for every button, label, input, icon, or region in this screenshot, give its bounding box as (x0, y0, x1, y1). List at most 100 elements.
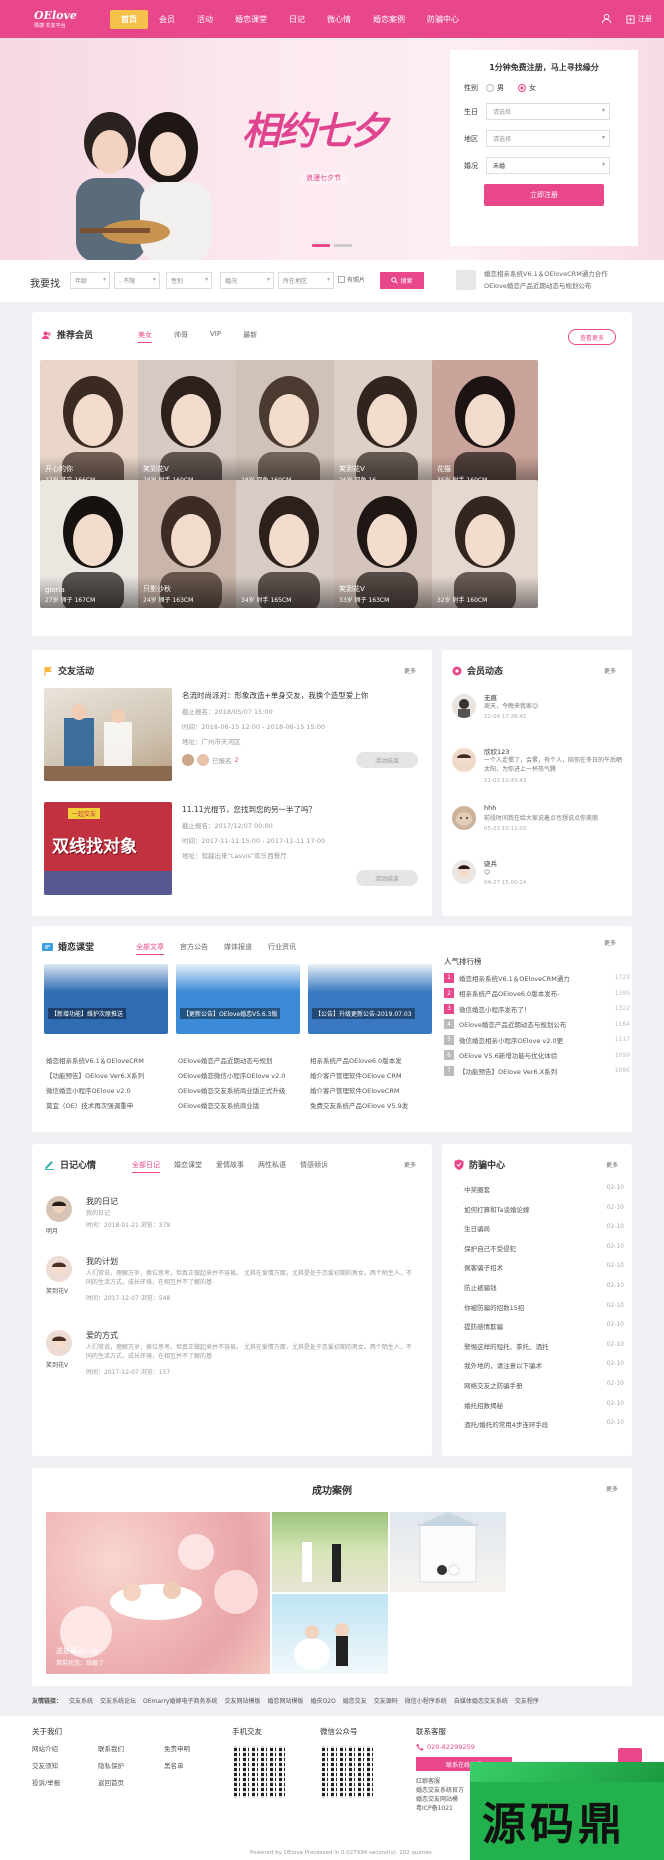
footer-link[interactable]: 免责申明 (164, 1743, 214, 1753)
fraud-item[interactable]: 如何打算和Ta谈婚论嫁 02-10 (456, 1204, 624, 1214)
article-link[interactable]: 莫宜（OE）技术再次强调重申 (46, 1099, 144, 1114)
rank-item[interactable]: 6 OElove V5.6新增功能与优化体验 1099 (444, 1048, 630, 1064)
news-item[interactable]: OElove婚恋产品近期动态与规划公布 (484, 280, 660, 292)
fraud-item[interactable]: 防止被骗钱 02-10 (456, 1282, 624, 1292)
tab-industry[interactable]: 行业资讯 (268, 942, 296, 955)
footer-link[interactable]: 黑名单 (164, 1760, 214, 1770)
footer-link[interactable]: 交友须知 (32, 1760, 98, 1770)
dynamic-item[interactable]: 骁兵 😊 04-27 15:00:24 (452, 856, 622, 908)
area-select-search[interactable]: 所在地区 (278, 272, 334, 289)
area-select[interactable]: 请选择 (486, 130, 610, 147)
friend-link[interactable]: OEmarry婚嫁电子商务系统 (143, 1696, 217, 1705)
gender-male-radio[interactable]: 男 (486, 83, 504, 93)
nav-item-home[interactable]: 首页 (110, 9, 148, 29)
user-icon[interactable] (601, 13, 612, 26)
tab-all-diary[interactable]: 全部日记 (132, 1160, 160, 1173)
fraud-item[interactable]: 酒托/婚托的常用4步连环手段 02-10 (456, 1419, 624, 1429)
search-button[interactable]: 搜索 (380, 272, 424, 289)
friend-link[interactable]: 交友系统 (69, 1696, 93, 1705)
diary-title-link[interactable]: 我的计划 (86, 1256, 118, 1267)
nav-item-members[interactable]: 会员 (148, 10, 186, 29)
event-image[interactable] (44, 688, 172, 781)
rank-item[interactable]: 2 相亲系统产品OElove6.0版本发布- 1395 (444, 986, 630, 1002)
friend-link[interactable]: 交友系统论坛 (100, 1696, 136, 1705)
member-card[interactable]: 笑到花V 33岁 狮子 163CM (334, 480, 440, 608)
gender-select[interactable]: 性别 (166, 272, 212, 289)
events-more-link[interactable]: 更多 (404, 666, 416, 675)
article-thumbnail[interactable]: 【新增功能】维护次原推送 (44, 964, 168, 1034)
nav-item-classroom[interactable]: 婚恋课堂 (224, 10, 278, 29)
nav-item-moods[interactable]: 微心情 (316, 10, 362, 29)
article-link[interactable]: OElove婚恋微信小程序OElove v2.0 (178, 1069, 285, 1084)
nav-item-cases[interactable]: 婚恋案例 (362, 10, 416, 29)
news-item[interactable]: 婚恋相亲系统V6.1＆OEloveCRM通力合作 (484, 268, 660, 280)
dynamic-item[interactable]: 无痕 周天，今晚来我家😊 12-04 17:26:45 (452, 690, 622, 742)
carousel-dot[interactable] (312, 244, 330, 247)
member-card[interactable]: 笑到花V26岁 双鱼 16 (334, 360, 440, 488)
member-card[interactable]: 开心的你27岁 其它 166CM (40, 360, 146, 488)
success-case-thumb[interactable] (272, 1594, 388, 1674)
article-link[interactable]: 免费交友系统产品OElove V5.9发 (310, 1099, 408, 1114)
friend-link[interactable]: 微信小程序系统 (405, 1696, 447, 1705)
fraud-item[interactable]: 我外地的，请注意以下骗术 02-10 (456, 1360, 624, 1370)
tab-handsome[interactable]: 帅哥 (174, 330, 188, 343)
article-link[interactable]: 婚恋相亲系统V6.1＆OEloveCRM (46, 1054, 144, 1069)
rank-item[interactable]: 1 婚恋相亲系统V6.1＆OEloveCRM通力 1723 (444, 970, 630, 986)
fraud-more-link[interactable]: 更多 (606, 1160, 618, 1169)
fraud-item[interactable]: 保护自己不受侵犯 02-10 (456, 1243, 624, 1253)
diary-more-link[interactable]: 更多 (404, 1160, 416, 1169)
member-card[interactable]: 34岁 射手 165CM (236, 480, 342, 608)
rank-item[interactable]: 7 【功能预告】OElove Ver6.X系列 1096 (444, 1063, 630, 1079)
birth-select[interactable]: 请选择 (486, 103, 610, 120)
article-thumbnail[interactable]: 【公告】升级更新公告-2019.07.03 (308, 964, 432, 1034)
tab-emotion[interactable]: 情感倾诉 (300, 1160, 328, 1173)
register-link[interactable]: 注册 (626, 14, 652, 24)
footer-link[interactable]: 返回首页 (98, 1777, 164, 1787)
view-more-members-button[interactable]: 查看更多 (568, 329, 616, 345)
friend-link[interactable]: 自媒体婚恋交友系统 (454, 1696, 508, 1705)
article-link[interactable]: 【功能预告】OElove Ver6.X系列 (46, 1069, 144, 1084)
member-card[interactable]: 笑到花V28岁 射手 160CM (138, 360, 244, 488)
success-case-main[interactable]: 这是最后一版 目前状态：结婚了 (46, 1512, 270, 1674)
fraud-item[interactable]: 婚托招数揭秘 02-10 (456, 1400, 624, 1410)
fraud-item[interactable]: 佩客骗子招术 02-10 (456, 1262, 624, 1272)
tab-latest[interactable]: 最新 (243, 330, 257, 343)
article-link[interactable]: OElove婚恋交友系统商业版正式升级 (178, 1084, 285, 1099)
fraud-item[interactable]: 你被防骗的招数15招 02-10 (456, 1302, 624, 1312)
success-case-thumb[interactable] (272, 1512, 388, 1592)
tab-diary-classroom[interactable]: 婚恋课堂 (174, 1160, 202, 1173)
footer-link[interactable]: 联系我们 (98, 1743, 164, 1753)
nav-item-events[interactable]: 活动 (186, 10, 224, 29)
fraud-item[interactable]: 提防感情欺骗 02-10 (456, 1321, 624, 1331)
member-card[interactable]: gloria 27岁 狮子 167CM (40, 480, 146, 608)
success-case-thumb[interactable] (390, 1512, 506, 1592)
friend-link[interactable]: 交友网站模板 (224, 1696, 260, 1705)
tab-private[interactable]: 两性私语 (258, 1160, 286, 1173)
register-submit-button[interactable]: 立即注册 (484, 184, 604, 206)
tab-all-articles[interactable]: 全部文章 (136, 942, 164, 955)
article-link[interactable]: 相亲系统产品OElove6.0版本发 (310, 1054, 408, 1069)
rank-item[interactable]: 4 OElove婚恋产品近期动态与规划公布 1164 (444, 1017, 630, 1033)
dynamic-item[interactable]: 欣欣123 一个人走惯了，会累，有个人，陪你在冬日的午后晒太阳，为你进上一杯热气… (452, 744, 622, 796)
marital-select[interactable]: 未婚 (486, 157, 610, 174)
fraud-item[interactable]: 生日骗局 02-10 (456, 1223, 624, 1233)
diary-title-link[interactable]: 我的日记 (86, 1196, 118, 1207)
diary-title-link[interactable]: 爱的方式 (86, 1330, 118, 1341)
fraud-item[interactable]: 中奖圈套 02-10 (456, 1184, 624, 1194)
tab-love-story[interactable]: 爱情故事 (216, 1160, 244, 1173)
event-title[interactable]: 11.11光棍节，您找到您的另一半了吗？ (182, 804, 316, 815)
member-card[interactable]: 花猫35岁 射手 160CM (432, 360, 538, 488)
friend-link[interactable]: 交友程序 (515, 1696, 539, 1705)
friend-link[interactable]: 婚恋交友 (343, 1696, 367, 1705)
article-link[interactable]: OElove婚恋交友系统商业版 (178, 1099, 285, 1114)
footer-link[interactable]: 隐私保护 (98, 1760, 164, 1770)
tab-beauty[interactable]: 美女 (138, 330, 152, 343)
fraud-item[interactable]: 网络交友之防骗手册 02-10 (456, 1380, 624, 1390)
site-logo[interactable]: OElove 情感·交友平台 (34, 5, 96, 33)
member-card[interactable]: 只影沙秋 24岁 狮子 163CM (138, 480, 244, 608)
event-ended-button[interactable]: 活动结束 (356, 752, 418, 768)
dynamics-more-link[interactable]: 更多 (604, 666, 616, 675)
friend-link[interactable]: 交友源码 (374, 1696, 398, 1705)
age-to-select[interactable]: - 不限 (114, 272, 160, 289)
event-image[interactable]: 一起交友 双线找对象 (44, 802, 172, 895)
